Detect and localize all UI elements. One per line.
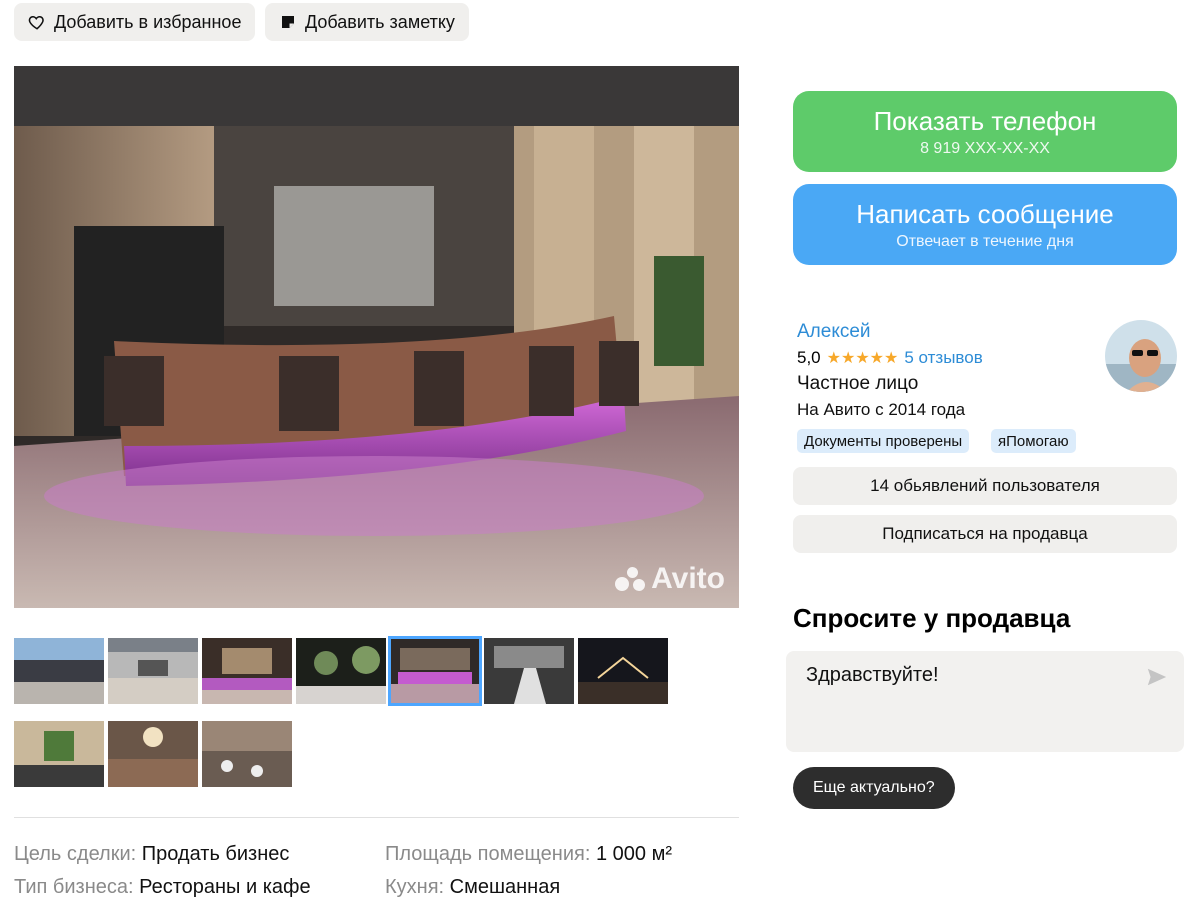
response-time: Отвечает в течение дня (896, 232, 1074, 250)
param-kitchen-key: Кухня: (385, 876, 445, 898)
quick-reply-still-actual[interactable]: Еще актуально? (793, 767, 955, 809)
thumb-night-terrace (578, 638, 668, 704)
main-photo[interactable]: Avito (14, 66, 739, 608)
thumbnail[interactable] (578, 638, 668, 704)
avito-logo-icon (615, 565, 646, 593)
thumb-green-wall (14, 721, 104, 787)
thumbnail[interactable] (14, 721, 104, 787)
bar-photo-image (14, 66, 739, 608)
thumbnail[interactable] (108, 721, 198, 787)
heart-icon (28, 15, 44, 30)
ask-message-input[interactable]: Здравствуйте! (786, 651, 1184, 752)
write-message-button[interactable]: Написать сообщение Отвечает в течение дн… (793, 184, 1177, 265)
param-area-value: 1 000 м² (595, 843, 672, 865)
divider (14, 817, 739, 818)
thumbnail-active[interactable] (388, 636, 482, 706)
thumbnail[interactable] (14, 638, 104, 704)
param-area-key: Площадь помещения: (385, 843, 591, 865)
thumb-bar-purple (202, 638, 292, 704)
seller-avatar[interactable] (1105, 320, 1177, 392)
thumbnail[interactable] (108, 638, 198, 704)
thumbnail[interactable] (484, 638, 574, 704)
subscribe-seller-button[interactable]: Подписаться на продавца (793, 515, 1177, 553)
rating-stars-icon: ★★★★★ (826, 350, 899, 367)
seller-name-link[interactable]: Алексей (797, 321, 871, 343)
add-to-favorites-button[interactable]: Добавить в избранное (14, 3, 256, 41)
param-area: Площадь помещения: 1 000 м² (385, 843, 672, 866)
show-phone-button[interactable]: Показать телефон 8 919 XXX-XX-XX (793, 91, 1177, 172)
param-goal: Цель сделки: Продать бизнес (14, 843, 289, 866)
param-kitchen-value: Смешанная (449, 876, 561, 898)
watermark-text: Avito (651, 562, 725, 595)
param-type: Тип бизнеса: Рестораны и кафе (14, 876, 311, 899)
param-kitchen: Кухня: Смешанная (385, 876, 560, 899)
ask-seller-title: Спросите у продавца (793, 603, 1071, 633)
avito-watermark: Avito (615, 562, 725, 596)
user-listings-button[interactable]: 14 обьявлений пользователя (793, 467, 1177, 505)
param-goal-value: Продать бизнес (141, 843, 290, 865)
rating-value: 5,0 (797, 348, 821, 367)
thumb-bar-counter (390, 638, 480, 704)
seller-type: Частное лицо (797, 373, 919, 394)
reviews-link[interactable]: 5 отзывов (904, 348, 982, 368)
write-message-title: Написать сообщение (856, 198, 1114, 229)
thumb-wedding-bw (484, 638, 574, 704)
note-icon (282, 16, 294, 28)
param-type-value: Рестораны и кафе (139, 876, 311, 898)
seller-rating: 5,0 ★★★★★ 5 отзывов (797, 348, 983, 368)
favorite-label: Добавить в избранное (54, 11, 242, 32)
param-goal-key: Цель сделки: (14, 843, 137, 865)
seller-since: На Авито с 2014 года (797, 400, 966, 419)
thumb-wedding-decor (296, 638, 386, 704)
badge-documents-verified: Документы проверены (797, 429, 970, 453)
note-label: Добавить заметку (305, 11, 455, 32)
thumbnail[interactable] (202, 638, 292, 704)
param-type-key: Тип бизнеса: (14, 876, 134, 898)
thumb-hall-interior (108, 638, 198, 704)
add-note-button[interactable]: Добавить заметку (265, 3, 469, 41)
thumb-banquet-hall (108, 721, 198, 787)
badge-ya-pomogayu: яПомогаю (991, 429, 1076, 453)
phone-masked: 8 919 XXX-XX-XX (920, 139, 1050, 157)
thumb-building-exterior (14, 638, 104, 704)
show-phone-title: Показать телефон (873, 105, 1097, 136)
thumb-hall-tables (202, 721, 292, 787)
ask-message-text: Здравствуйте! (806, 664, 939, 686)
thumbnail[interactable] (296, 638, 386, 704)
avatar-photo (1105, 320, 1177, 392)
thumbnail[interactable] (202, 721, 292, 787)
send-icon[interactable] (1146, 666, 1168, 688)
